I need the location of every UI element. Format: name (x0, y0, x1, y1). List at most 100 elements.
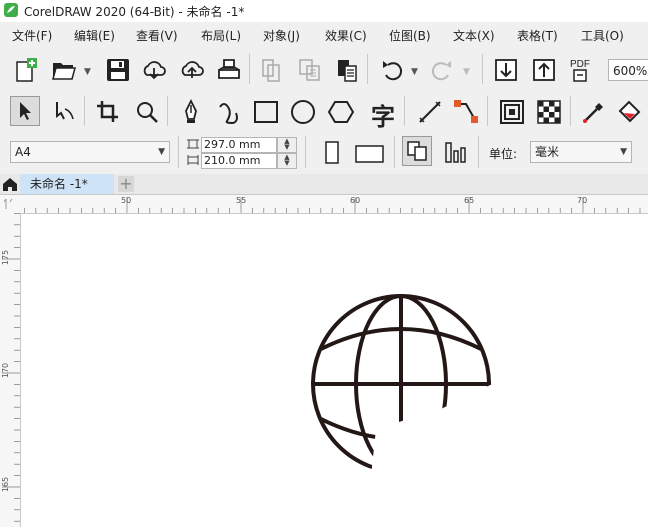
toolbar-separator (487, 96, 488, 126)
cloud-download-button[interactable] (138, 54, 168, 84)
toolbar-separator (394, 136, 395, 168)
title-bar: CorelDRAW 2020 (64-Bit) - 未命名 -1* (0, 0, 648, 22)
import-icon (495, 59, 517, 81)
undo-dropdown-icon[interactable]: ▼ (411, 67, 418, 77)
document-tab-bar: 未命名 -1* + (0, 174, 648, 195)
text-tool-button[interactable]: 字 (369, 96, 399, 131)
globe-icon[interactable] (21, 214, 648, 527)
save-button[interactable] (102, 54, 132, 84)
import-button[interactable] (490, 54, 520, 84)
ruler-tick-label: 65 (464, 196, 475, 205)
horizontal-ruler-scale (24, 197, 641, 213)
redo-dropdown-icon[interactable]: ▼ (463, 67, 470, 77)
ruler-tick-label: 60 (350, 196, 361, 205)
toolbar-separator (367, 54, 368, 84)
ruler-tick-label: 70 (577, 196, 588, 205)
page-height-field[interactable]: 210.0 mm (201, 153, 277, 169)
menu-layout[interactable]: 布局(L) (201, 27, 241, 44)
transparency-tool-button[interactable] (533, 96, 563, 126)
portrait-page-icon (325, 141, 339, 164)
export-icon (533, 59, 555, 81)
redo-button[interactable] (426, 54, 456, 84)
tab-document[interactable]: 未命名 -1* (20, 174, 114, 194)
connector-tool-button[interactable] (450, 96, 480, 126)
contour-icon (500, 100, 524, 124)
dimension-line-icon (419, 101, 441, 123)
contour-tool-button[interactable] (496, 96, 526, 126)
polygon-tool-button[interactable] (325, 96, 355, 126)
menu-edit[interactable]: 编辑(E) (74, 27, 115, 44)
open-button[interactable] (48, 54, 78, 84)
horizontal-ruler[interactable]: 50 55 60 65 70 (20, 195, 648, 214)
checkerboard-icon (537, 100, 561, 124)
units-label: 单位: (489, 147, 518, 161)
page-width-spinner[interactable]: ▲ ▼ (277, 137, 297, 153)
add-tab-button[interactable]: + (118, 176, 134, 192)
pick-tool-button[interactable] (10, 96, 40, 126)
page-size-select[interactable]: A4 ▼ (10, 141, 170, 163)
landscape-page-icon (355, 145, 384, 163)
page-height-icon (187, 155, 199, 165)
new-document-button[interactable] (10, 54, 40, 84)
shape-tool-button[interactable] (48, 96, 78, 126)
menu-text[interactable]: 文本(X) (453, 27, 495, 44)
units-value: 毫米 (535, 145, 560, 159)
parallel-dimension-tool-button[interactable] (414, 96, 444, 126)
ruler-tick-label: 170 (1, 362, 11, 379)
units-select[interactable]: 毫米 ▼ (530, 141, 632, 163)
ruler-origin[interactable] (0, 195, 21, 214)
menu-table[interactable]: 表格(T) (517, 27, 558, 44)
menu-view[interactable]: 查看(V) (136, 27, 178, 44)
all-pages-button[interactable] (402, 136, 432, 166)
zoom-tool-button[interactable] (131, 96, 161, 126)
folder-open-icon (52, 63, 76, 80)
toolbar-separator (305, 136, 306, 168)
rectangle-tool-button[interactable] (250, 96, 280, 126)
landscape-button[interactable] (352, 137, 384, 167)
print-button[interactable] (213, 54, 243, 84)
welcome-tab[interactable] (0, 174, 20, 194)
toolbar-separator (478, 136, 479, 168)
pen-nib-icon (185, 99, 197, 123)
paste-button[interactable] (331, 54, 361, 84)
menu-file[interactable]: 文件(F) (12, 27, 52, 44)
eyedropper-tool-button[interactable] (578, 96, 608, 126)
page-width-field[interactable]: 297.0 mm (201, 137, 277, 153)
drawing-canvas[interactable] (21, 214, 648, 527)
cloud-upload-icon (181, 61, 204, 78)
page-size-value: A4 (15, 145, 31, 159)
copy-button[interactable] (294, 54, 324, 84)
menu-object[interactable]: 对象(J) (263, 27, 300, 44)
clipboard-icon (338, 60, 357, 82)
coreldraw-logo-icon (4, 3, 18, 17)
curve-icon (219, 103, 238, 125)
undo-button[interactable] (376, 54, 406, 84)
crop-tool-button[interactable] (92, 96, 122, 126)
current-page-button[interactable] (440, 137, 470, 167)
paint-bucket-icon (618, 100, 641, 123)
undo-icon (383, 61, 403, 81)
menu-bitmap[interactable]: 位图(B) (389, 27, 431, 44)
copy-pages-icon (299, 59, 320, 81)
page-height-spinner[interactable]: ▲ ▼ (277, 153, 297, 169)
hexagon-icon (328, 101, 354, 123)
menu-effects[interactable]: 效果(C) (325, 27, 367, 44)
menu-tools[interactable]: 工具(O) (581, 27, 624, 44)
vertical-ruler[interactable]: 175 170 165 (0, 213, 21, 527)
zoom-level-field[interactable]: 600% (608, 59, 648, 81)
freehand-tool-button[interactable] (213, 96, 243, 126)
cut-button[interactable] (256, 54, 286, 84)
portrait-button[interactable] (316, 137, 346, 167)
shape-tool-icon (56, 102, 74, 120)
interactive-fill-tool-button[interactable] (614, 96, 644, 126)
export-button[interactable] (528, 54, 558, 84)
eyedropper-icon (583, 103, 603, 123)
pointer-arrow-icon (20, 102, 31, 120)
pen-tool-button[interactable] (175, 96, 205, 126)
ellipse-tool-button[interactable] (287, 96, 317, 126)
open-dropdown-icon[interactable]: ▼ (84, 67, 91, 77)
copy-disabled-icon (262, 59, 280, 82)
new-document-icon (16, 58, 37, 82)
cloud-upload-button[interactable] (176, 54, 206, 84)
publish-pdf-button[interactable]: PDF (566, 54, 596, 84)
